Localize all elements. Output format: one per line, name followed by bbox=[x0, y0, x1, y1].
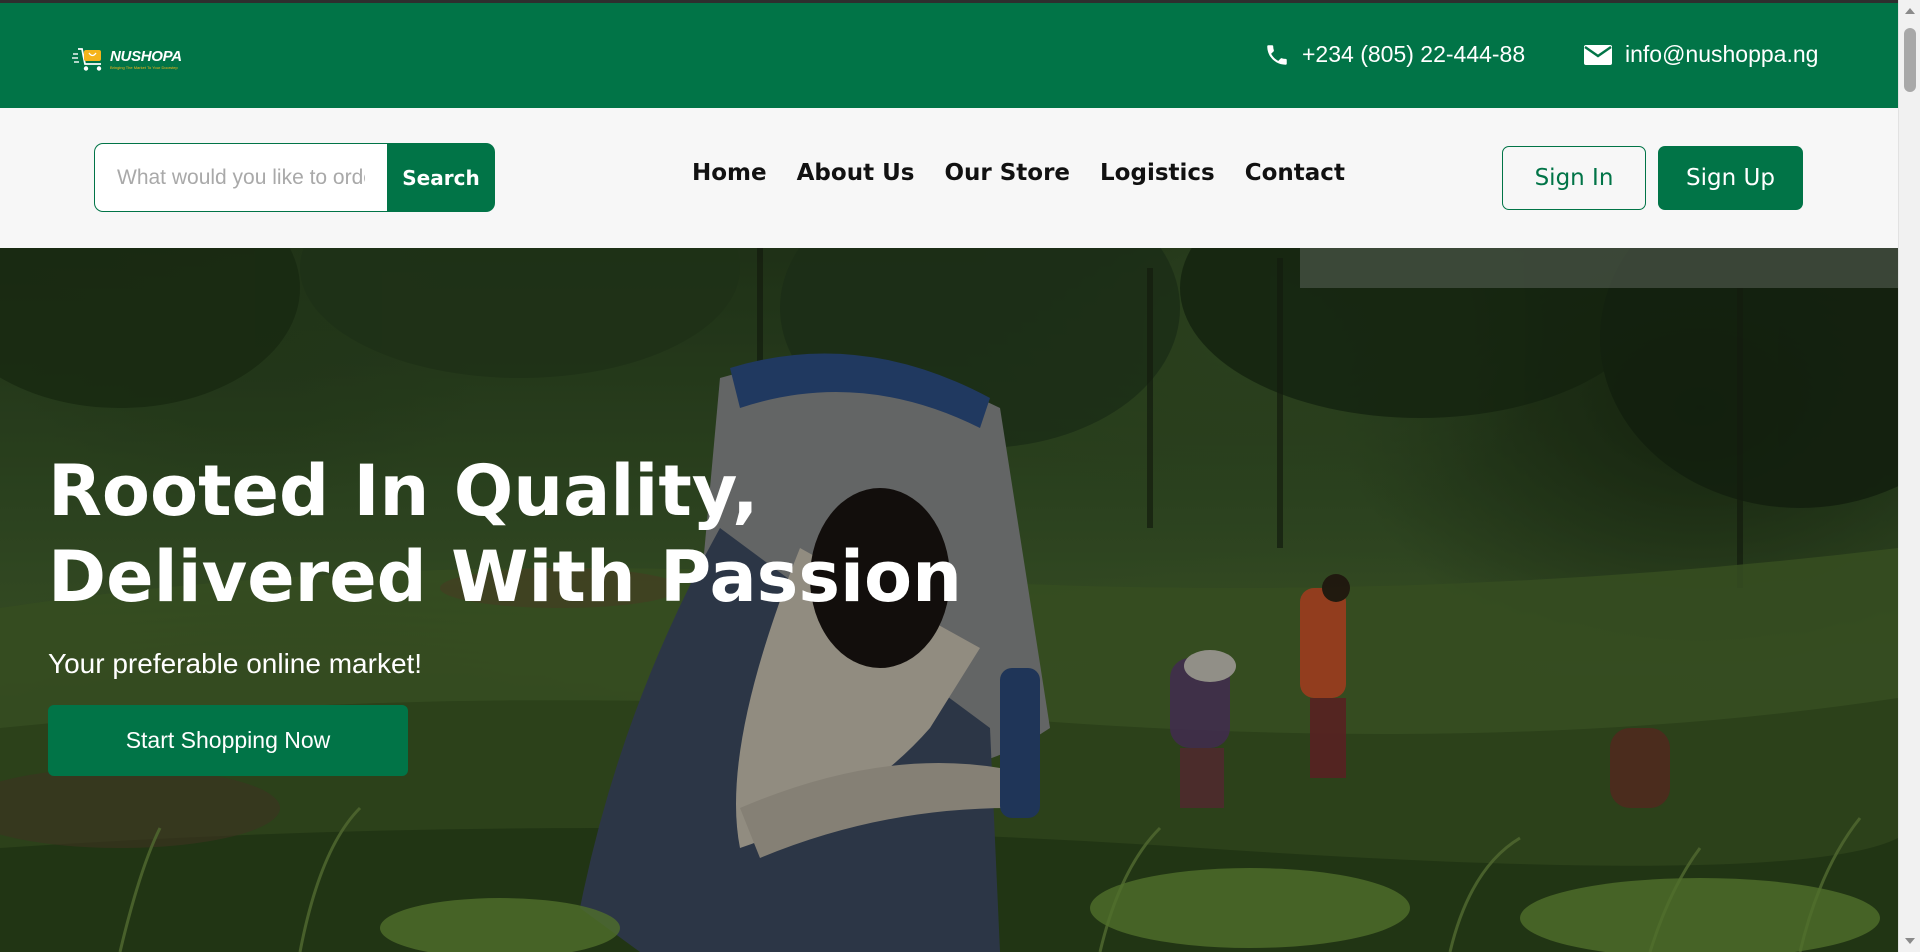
phone-icon bbox=[1264, 42, 1290, 68]
phone-number: +234 (805) 22-444-88 bbox=[1302, 41, 1526, 67]
vertical-scrollbar[interactable] bbox=[1898, 0, 1920, 952]
sign-in-button[interactable]: Sign In bbox=[1502, 146, 1646, 210]
browser-viewport: NUSHOPA Bringing The Market To Your Door… bbox=[0, 0, 1898, 952]
main-navbar: Search Home About Us Our Store Logistics… bbox=[0, 108, 1898, 248]
scrollbar-thumb[interactable] bbox=[1904, 28, 1916, 92]
mail-icon bbox=[1583, 43, 1613, 67]
search-input[interactable] bbox=[94, 143, 387, 212]
nav-link-logistics[interactable]: Logistics bbox=[1100, 160, 1215, 186]
email-link[interactable]: info@nushoppa.ng bbox=[1583, 41, 1818, 68]
phone-link[interactable]: +234 (805) 22-444-88 bbox=[1264, 41, 1525, 68]
email-address: info@nushoppa.ng bbox=[1625, 41, 1819, 67]
nav-link-contact[interactable]: Contact bbox=[1245, 160, 1345, 186]
scroll-up-arrow-icon[interactable] bbox=[1905, 8, 1915, 14]
shopping-cart-logo-icon bbox=[72, 45, 106, 73]
hero-subtitle: Your preferable online market! bbox=[48, 648, 423, 679]
logo-wordmark: NUSHOPA Bringing The Market To Your Door… bbox=[110, 49, 182, 70]
hero-content: Rooted In Quality, Delivered With Passio… bbox=[48, 448, 1108, 776]
hero-title: Rooted In Quality, Delivered With Passio… bbox=[48, 450, 962, 618]
hero-section: Rooted In Quality, Delivered With Passio… bbox=[0, 248, 1898, 952]
brand-tagline: Bringing The Market To Your Doorstep bbox=[110, 64, 178, 70]
nav-menu: Home About Us Our Store Logistics Contac… bbox=[692, 160, 1345, 186]
nav-link-our-store[interactable]: Our Store bbox=[944, 160, 1070, 186]
search-button[interactable]: Search bbox=[387, 143, 495, 212]
nav-link-about-us[interactable]: About Us bbox=[797, 160, 915, 186]
start-shopping-button[interactable]: Start Shopping Now bbox=[48, 705, 408, 776]
site-logo[interactable]: NUSHOPA Bringing The Market To Your Door… bbox=[72, 43, 182, 75]
brand-name: NUSHOPA bbox=[110, 47, 182, 65]
nav-link-home[interactable]: Home bbox=[692, 160, 767, 186]
scroll-down-arrow-icon[interactable] bbox=[1905, 938, 1915, 944]
sign-up-button[interactable]: Sign Up bbox=[1658, 146, 1803, 210]
search-form: Search bbox=[94, 143, 495, 212]
top-contact-bar: NUSHOPA Bringing The Market To Your Door… bbox=[0, 0, 1898, 108]
